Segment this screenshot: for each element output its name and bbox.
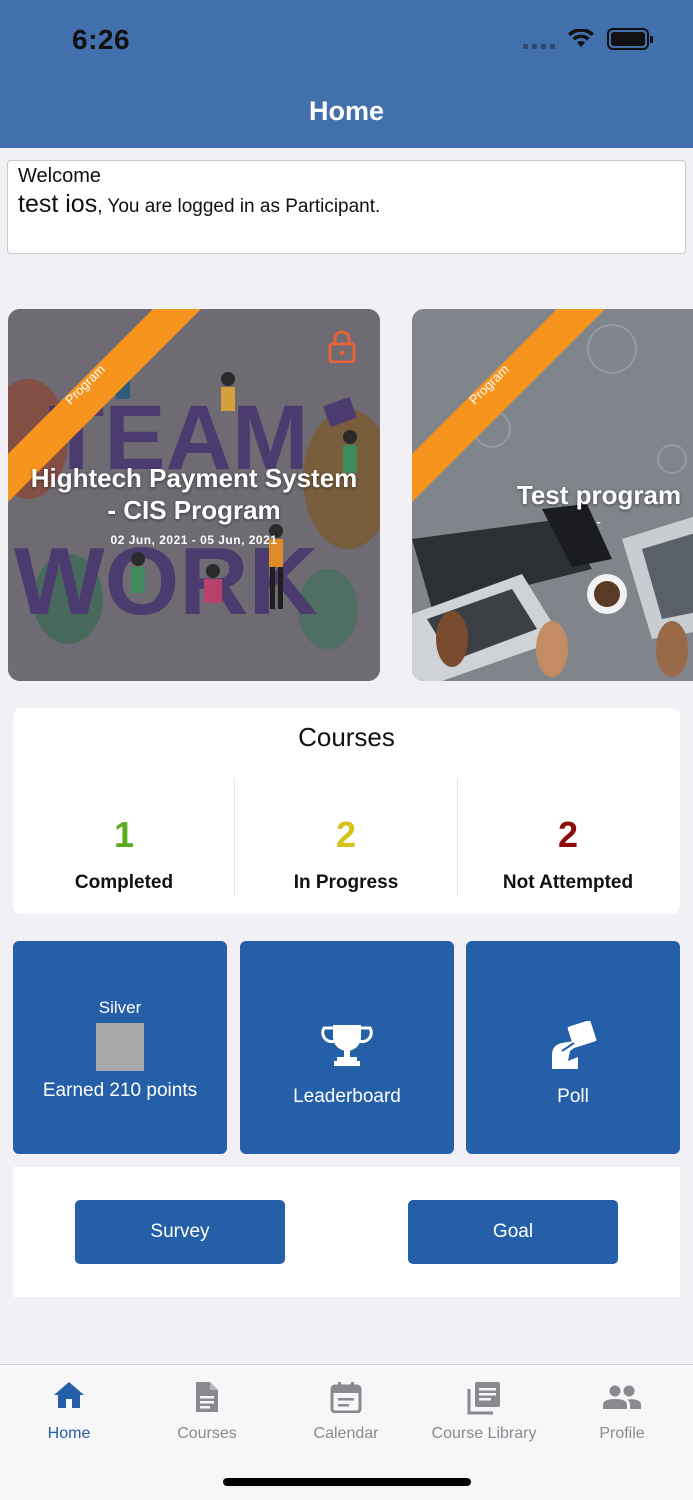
badge-tile[interactable]: Silver Earned 210 points [13, 941, 227, 1154]
tab-label: Profile [599, 1425, 645, 1442]
document-icon [196, 1382, 218, 1412]
app-header: 6:26 Home [0, 0, 693, 148]
leaderboard-tile[interactable]: Leaderboard [240, 941, 454, 1154]
people-icon [603, 1385, 641, 1409]
program-title: Test program [516, 480, 682, 510]
page-title: Home [308, 96, 384, 126]
tab-courses[interactable]: Courses [138, 1365, 276, 1455]
badge-image [96, 1023, 144, 1071]
library-icon [467, 1382, 500, 1415]
program-dates: 02 Jun, 2021 - 05 Jun, 2021 [110, 533, 278, 547]
tab-label: Course Library [431, 1425, 537, 1442]
poll-hand-icon [552, 1021, 597, 1069]
battery-icon [607, 28, 653, 50]
role-text: , You are logged in as Participant. [97, 196, 381, 217]
program-title-line1: Hightech Payment System [30, 463, 358, 493]
home-indicator [223, 1478, 471, 1486]
status-time: 6:26 [72, 24, 131, 55]
welcome-user-line: test ios, You are logged in as Participa… [18, 190, 675, 219]
program-card-test[interactable]: Program Test program - [412, 309, 693, 681]
survey-button[interactable]: Survey [75, 1200, 285, 1264]
tab-label: Courses [177, 1425, 237, 1442]
stat-value: 2 [335, 814, 357, 855]
courses-summary: Courses 1 Completed 2 In Progress 2 Not … [13, 708, 680, 914]
tab-label: Calendar [313, 1425, 379, 1442]
stat-in-progress[interactable]: 2 In Progress [235, 776, 457, 894]
stat-completed[interactable]: 1 Completed [13, 776, 235, 894]
badge-points: Earned 210 points [42, 1080, 198, 1101]
program-dates: - [596, 515, 602, 529]
program-title-line2: - CIS Program [107, 495, 281, 525]
tab-course-library[interactable]: Course Library [415, 1365, 553, 1455]
stat-not-attempted[interactable]: 2 Not Attempted [457, 776, 679, 894]
badge-rank: Silver [98, 998, 142, 1017]
calendar-icon [330, 1382, 362, 1413]
program-title: Hightech Payment System - CIS Program [8, 462, 380, 526]
poll-label: Poll [557, 1086, 589, 1107]
tab-profile[interactable]: Profile [553, 1365, 691, 1455]
status-icons [523, 28, 653, 50]
program-card-hightech[interactable]: TEAM WORK Program Hightech Payment Syste… [8, 309, 380, 681]
leaderboard-label: Leaderboard [293, 1086, 401, 1107]
courses-title: Courses [298, 722, 395, 752]
wifi-icon [568, 29, 594, 47]
tab-label: Home [47, 1425, 91, 1442]
welcome-greeting: Welcome [18, 165, 101, 187]
welcome-panel: Welcome test ios, You are logged in as P… [7, 160, 686, 254]
stat-value: 2 [557, 814, 579, 855]
poll-tile[interactable]: Poll [466, 941, 680, 1154]
actions-panel: Survey Goal [13, 1167, 680, 1297]
stat-label: In Progress [293, 872, 399, 893]
tab-calendar[interactable]: Calendar [277, 1365, 415, 1455]
tab-home[interactable]: Home [0, 1365, 138, 1455]
signal-icon [523, 29, 555, 49]
stat-label: Not Attempted [502, 872, 634, 893]
stat-label: Completed [74, 872, 174, 893]
user-name: test ios [18, 190, 98, 218]
home-icon [54, 1382, 84, 1408]
stat-value: 1 [113, 814, 135, 855]
lock-icon [328, 330, 356, 363]
goal-button[interactable]: Goal [408, 1200, 618, 1264]
trophy-icon [321, 1025, 373, 1066]
